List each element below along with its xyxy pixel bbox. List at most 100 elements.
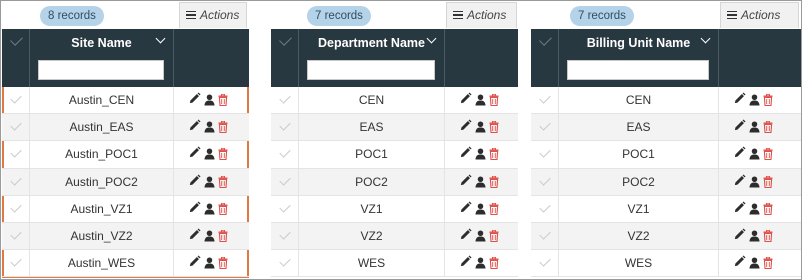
- table-row[interactable]: VZ1: [531, 195, 801, 223]
- trash-icon[interactable]: [489, 147, 499, 161]
- column-title[interactable]: Department Name: [299, 36, 444, 50]
- trash-icon[interactable]: [763, 175, 773, 188]
- row-checkbox[interactable]: [271, 195, 299, 222]
- column-header[interactable]: Site Name: [30, 29, 174, 87]
- column-title[interactable]: Billing Unit Name: [559, 36, 718, 50]
- trash-icon[interactable]: [218, 147, 228, 161]
- row-checkbox[interactable]: [271, 222, 299, 250]
- table-row[interactable]: Austin_POC1: [2, 141, 249, 169]
- select-all-checkbox[interactable]: [531, 29, 559, 87]
- row-checkbox[interactable]: [271, 87, 299, 114]
- table-row[interactable]: Austin_VZ1: [2, 195, 249, 223]
- user-icon[interactable]: [204, 256, 215, 269]
- user-icon[interactable]: [749, 120, 760, 133]
- row-checkbox[interactable]: [531, 87, 559, 114]
- actions-menu-button[interactable]: Actions: [446, 2, 517, 28]
- table-row[interactable]: POC2: [531, 168, 801, 196]
- user-icon[interactable]: [204, 229, 215, 242]
- trash-icon[interactable]: [489, 202, 499, 215]
- pencil-icon[interactable]: [733, 201, 746, 214]
- trash-icon[interactable]: [489, 93, 499, 107]
- table-row[interactable]: CEN: [271, 87, 518, 115]
- row-checkbox[interactable]: [271, 250, 299, 277]
- user-icon[interactable]: [204, 147, 215, 160]
- pencil-icon[interactable]: [459, 228, 472, 241]
- row-checkbox[interactable]: [2, 87, 30, 114]
- user-icon[interactable]: [204, 202, 215, 215]
- column-header[interactable]: Department Name: [299, 29, 445, 87]
- column-filter-input[interactable]: [38, 60, 164, 80]
- row-checkbox[interactable]: [531, 195, 559, 222]
- table-row[interactable]: POC2: [271, 168, 518, 196]
- trash-icon[interactable]: [489, 229, 499, 242]
- trash-icon[interactable]: [218, 256, 228, 270]
- column-header[interactable]: Billing Unit Name: [559, 29, 719, 87]
- row-checkbox[interactable]: [2, 114, 30, 141]
- row-checkbox[interactable]: [2, 141, 30, 168]
- user-icon[interactable]: [749, 175, 760, 188]
- row-checkbox[interactable]: [531, 141, 559, 168]
- table-row[interactable]: Austin_EAS: [2, 114, 249, 142]
- trash-icon[interactable]: [763, 147, 773, 161]
- select-all-checkbox[interactable]: [271, 29, 299, 87]
- pencil-icon[interactable]: [733, 92, 746, 105]
- user-icon[interactable]: [204, 120, 215, 133]
- user-icon[interactable]: [475, 147, 486, 160]
- user-icon[interactable]: [475, 229, 486, 242]
- table-row[interactable]: WES: [271, 250, 518, 278]
- user-icon[interactable]: [749, 147, 760, 160]
- row-checkbox[interactable]: [2, 195, 30, 222]
- table-row[interactable]: WES: [531, 250, 801, 278]
- trash-icon[interactable]: [218, 202, 228, 215]
- trash-icon[interactable]: [218, 229, 228, 242]
- pencil-icon[interactable]: [459, 119, 472, 132]
- row-checkbox[interactable]: [531, 250, 559, 277]
- user-icon[interactable]: [749, 229, 760, 242]
- trash-icon[interactable]: [218, 120, 228, 134]
- row-checkbox[interactable]: [531, 222, 559, 250]
- select-all-checkbox[interactable]: [2, 29, 30, 87]
- table-row[interactable]: Austin_WES: [2, 250, 249, 278]
- trash-icon[interactable]: [218, 93, 228, 107]
- trash-icon[interactable]: [763, 229, 773, 242]
- table-row[interactable]: VZ2: [271, 222, 518, 251]
- user-icon[interactable]: [204, 93, 215, 106]
- pencil-icon[interactable]: [459, 255, 472, 268]
- pencil-icon[interactable]: [733, 146, 746, 159]
- user-icon[interactable]: [749, 93, 760, 106]
- row-checkbox[interactable]: [531, 168, 559, 195]
- pencil-icon[interactable]: [188, 92, 201, 105]
- trash-icon[interactable]: [763, 256, 773, 270]
- user-icon[interactable]: [475, 202, 486, 215]
- user-icon[interactable]: [475, 256, 486, 269]
- table-row[interactable]: EAS: [531, 114, 801, 142]
- row-checkbox[interactable]: [2, 250, 30, 277]
- table-row[interactable]: VZ1: [271, 195, 518, 223]
- trash-icon[interactable]: [763, 93, 773, 107]
- table-row[interactable]: Austin_POC2: [2, 168, 249, 196]
- pencil-icon[interactable]: [188, 119, 201, 132]
- pencil-icon[interactable]: [188, 228, 201, 241]
- table-row[interactable]: VZ2: [531, 222, 801, 251]
- table-row[interactable]: EAS: [271, 114, 518, 142]
- pencil-icon[interactable]: [459, 201, 472, 214]
- pencil-icon[interactable]: [459, 174, 472, 187]
- user-icon[interactable]: [475, 175, 486, 188]
- user-icon[interactable]: [204, 175, 215, 188]
- column-filter-input[interactable]: [307, 60, 435, 80]
- pencil-icon[interactable]: [733, 255, 746, 268]
- row-checkbox[interactable]: [271, 168, 299, 195]
- pencil-icon[interactable]: [459, 146, 472, 159]
- trash-icon[interactable]: [489, 175, 499, 188]
- actions-menu-button[interactable]: Actions: [720, 2, 799, 28]
- user-icon[interactable]: [749, 256, 760, 269]
- pencil-icon[interactable]: [459, 92, 472, 105]
- pencil-icon[interactable]: [188, 174, 201, 187]
- table-row[interactable]: CEN: [531, 87, 801, 115]
- user-icon[interactable]: [749, 202, 760, 215]
- pencil-icon[interactable]: [733, 119, 746, 132]
- table-row[interactable]: POC1: [531, 141, 801, 169]
- row-checkbox[interactable]: [271, 114, 299, 141]
- trash-icon[interactable]: [763, 120, 773, 134]
- trash-icon[interactable]: [763, 202, 773, 215]
